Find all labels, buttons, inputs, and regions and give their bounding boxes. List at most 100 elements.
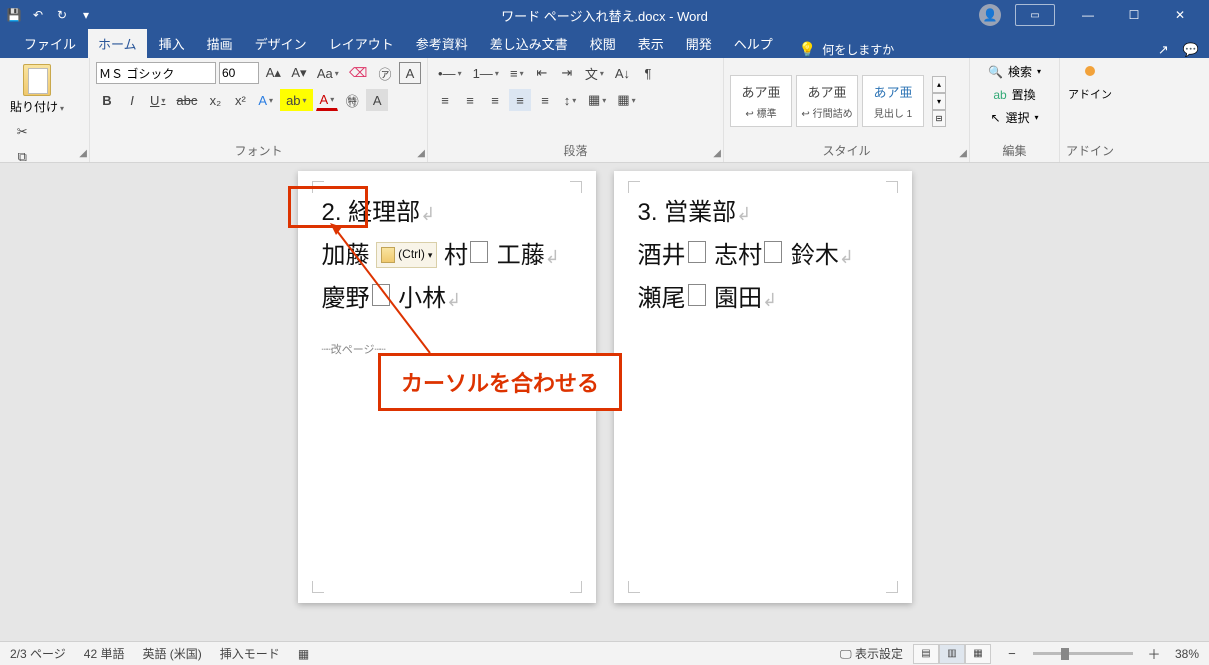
align-left-button[interactable]: ≡	[434, 89, 456, 111]
styles-down[interactable]: ▾	[932, 93, 946, 110]
tab-design[interactable]: デザイン	[245, 29, 317, 58]
replace-button[interactable]: ab 置換	[991, 85, 1037, 104]
find-label: 検索	[1008, 63, 1032, 80]
line-spacing-button[interactable]: ↕	[559, 89, 581, 111]
status-page[interactable]: 2/3 ページ	[10, 645, 66, 662]
status-macro-icon[interactable]: ▦	[298, 647, 309, 661]
styles-more[interactable]: ⊟	[932, 110, 946, 127]
style-normal[interactable]: あア亜 ↩ 標準	[730, 75, 792, 127]
undo-icon[interactable]: ↶	[30, 7, 46, 23]
tab-developer[interactable]: 開発	[676, 29, 722, 58]
sort-button[interactable]: A↓	[611, 62, 634, 84]
enclose-char-button[interactable]: ㊕	[341, 89, 363, 111]
tab-insert[interactable]: 挿入	[149, 29, 195, 58]
style-heading1[interactable]: あア亜 見出し 1	[862, 75, 924, 127]
tell-me-search[interactable]: 💡 何をしますか	[799, 41, 894, 58]
italic-button[interactable]: I	[121, 89, 143, 111]
addin-icon[interactable]	[1085, 66, 1095, 76]
show-marks-button[interactable]: ¶	[637, 62, 659, 84]
char-border-button[interactable]: A	[399, 62, 421, 84]
account-avatar[interactable]: 👤	[979, 4, 1001, 26]
grow-font-button[interactable]: A▴	[262, 62, 285, 84]
page-2[interactable]: 3. 営業部↲ 酒井 志村 鈴木↲ 瀬尾 園田↲	[614, 171, 912, 603]
shading-button[interactable]: ▦	[584, 89, 610, 111]
zoom-out-button[interactable]: −	[1001, 643, 1023, 665]
status-words[interactable]: 42 単語	[84, 645, 125, 662]
cut-button[interactable]: ✂	[10, 121, 35, 143]
numbering-button[interactable]: 1—	[469, 62, 503, 84]
annotation-arrow	[330, 223, 450, 358]
status-language[interactable]: 英語 (米国)	[142, 645, 201, 662]
status-insert-mode[interactable]: 挿入モード	[220, 645, 280, 662]
multilevel-button[interactable]: ≡	[506, 62, 528, 84]
view-read-button[interactable]: ▤	[913, 644, 939, 664]
ribbon-display-options-icon[interactable]: ▭	[1015, 4, 1055, 26]
paragraph-launcher[interactable]: ◢	[713, 148, 721, 159]
decrease-indent-button[interactable]: ⇤	[531, 62, 553, 84]
styles-launcher[interactable]: ◢	[959, 148, 967, 159]
tab-view[interactable]: 表示	[628, 29, 674, 58]
document-area[interactable]: 2. 経理部↲ 加藤 (Ctrl) ▾ 村 工藤↲ 慶野 小林↲ ┄┄改ページ┄…	[0, 163, 1209, 641]
tab-draw[interactable]: 描画	[197, 29, 243, 58]
font-launcher[interactable]: ◢	[417, 148, 425, 159]
borders-button[interactable]: ▦	[613, 89, 639, 111]
font-color-button[interactable]: A	[316, 89, 339, 111]
tab-mailings[interactable]: 差し込み文書	[480, 29, 578, 58]
share-icon[interactable]: ↗	[1158, 42, 1169, 58]
bullets-button[interactable]: •—	[434, 62, 466, 84]
view-print-button[interactable]: ▥	[939, 644, 965, 664]
align-justify-button[interactable]: ≡	[509, 89, 531, 111]
find-button[interactable]: 🔍 検索▾	[986, 62, 1043, 81]
comments-icon[interactable]: 💬	[1183, 42, 1199, 58]
paste-label: 貼り付け	[10, 98, 64, 115]
addin-label[interactable]: アドイン	[1068, 86, 1112, 102]
shrink-font-button[interactable]: A▾	[288, 62, 311, 84]
display-settings-button[interactable]: 🖵 表示設定	[840, 645, 903, 662]
save-icon[interactable]: 💾	[6, 7, 22, 23]
close-button[interactable]: ✕	[1157, 0, 1203, 30]
tab-file[interactable]: ファイル	[14, 29, 86, 58]
return-mark-icon: ↲	[762, 290, 777, 310]
align-right-button[interactable]: ≡	[484, 89, 506, 111]
tab-help[interactable]: ヘルプ	[724, 29, 783, 58]
text: 瀬尾	[638, 285, 686, 312]
zoom-level[interactable]: 38%	[1175, 647, 1199, 661]
font-name-select[interactable]	[96, 62, 216, 84]
zoom-slider[interactable]	[1033, 652, 1133, 655]
styles-up[interactable]: ▴	[932, 76, 946, 93]
tab-layout[interactable]: レイアウト	[319, 29, 404, 58]
tab-references[interactable]: 参考資料	[406, 29, 478, 58]
phonetic-guide-button[interactable]: ㋐	[374, 62, 396, 84]
align-distribute-button[interactable]: ≡	[534, 89, 556, 111]
char-shading-button[interactable]: A	[366, 89, 388, 111]
tab-home[interactable]: ホーム	[88, 29, 147, 58]
change-case-button[interactable]: Aa	[313, 62, 342, 84]
increase-indent-button[interactable]: ⇥	[556, 62, 578, 84]
redo-icon[interactable]: ↻	[54, 7, 70, 23]
highlight-button[interactable]: ab	[280, 89, 312, 111]
maximize-button[interactable]: ☐	[1111, 0, 1157, 30]
clear-format-button[interactable]: ⌫	[345, 62, 371, 84]
strike-button[interactable]: abc	[172, 89, 201, 111]
underline-button[interactable]: U	[146, 89, 169, 111]
text-effects-button[interactable]: A	[254, 89, 277, 111]
paste-button[interactable]: 貼り付け	[6, 62, 68, 117]
view-web-button[interactable]: ▦	[965, 644, 991, 664]
style-name: ↩ 標準	[745, 105, 776, 120]
tab-review[interactable]: 校閲	[580, 29, 626, 58]
bulb-icon: 💡	[799, 41, 816, 58]
qat-customize-icon[interactable]: ▾	[78, 7, 94, 23]
text-direction-button[interactable]: 文	[581, 62, 608, 84]
select-button[interactable]: ↖ 選択▾	[988, 108, 1040, 127]
bold-button[interactable]: B	[96, 89, 118, 111]
style-nospacing[interactable]: あア亜 ↩ 行間詰め	[796, 75, 858, 127]
text: 鈴木	[791, 242, 839, 269]
ideographic-space	[688, 284, 706, 306]
align-center-button[interactable]: ≡	[459, 89, 481, 111]
minimize-button[interactable]: —	[1065, 0, 1111, 30]
clipboard-launcher[interactable]: ◢	[79, 148, 87, 159]
subscript-button[interactable]: x₂	[204, 89, 226, 111]
font-size-select[interactable]	[219, 62, 259, 84]
zoom-in-button[interactable]: ＋	[1143, 643, 1165, 665]
superscript-button[interactable]: x²	[229, 89, 251, 111]
